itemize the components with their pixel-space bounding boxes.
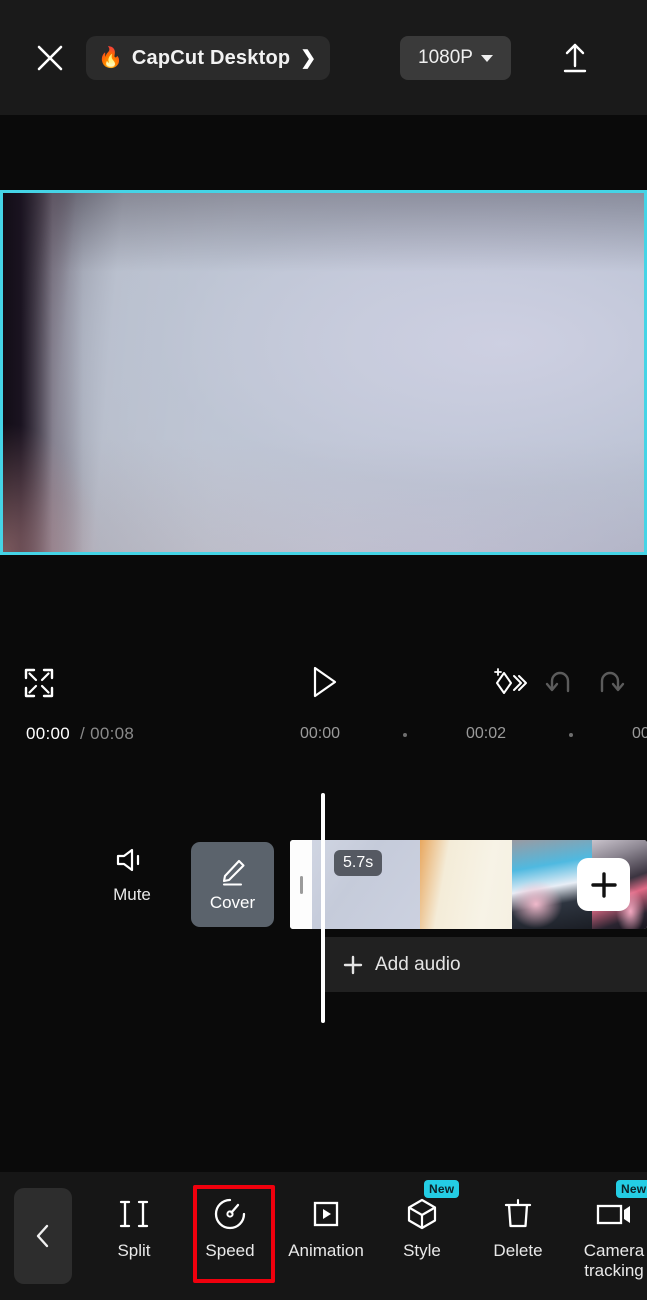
fullscreen-icon — [24, 668, 54, 698]
cover-button[interactable]: Cover — [191, 842, 274, 927]
tool-speed[interactable]: Speed — [182, 1172, 278, 1284]
redo-button[interactable] — [588, 662, 632, 704]
redo-icon — [600, 671, 625, 693]
ruler-tick-dot-3 — [569, 733, 573, 737]
animation-play-frame-icon — [309, 1194, 343, 1234]
tool-label: Style — [403, 1241, 441, 1260]
cube-icon — [405, 1194, 439, 1234]
trash-icon — [501, 1194, 535, 1234]
pencil-edit-icon — [222, 859, 245, 886]
preview-color-accent — [3, 422, 103, 552]
timeline-ruler: 00:00 / 00:08 00:00 00:02 00 — [0, 714, 647, 754]
chevron-left-icon — [36, 1224, 49, 1248]
bottom-toolbar: Split Speed Animation New Style Delete N… — [0, 1172, 647, 1300]
plus-icon — [590, 871, 617, 898]
chevron-right-icon: ❯ — [300, 47, 317, 69]
add-clip-button[interactable] — [577, 858, 630, 911]
play-button[interactable] — [303, 660, 347, 704]
playhead[interactable] — [321, 793, 325, 1023]
close-button[interactable] — [28, 36, 72, 80]
split-icon — [117, 1194, 151, 1234]
mute-label: Mute — [113, 885, 151, 904]
chevron-down-icon — [480, 54, 493, 62]
play-icon — [313, 666, 337, 698]
tool-style[interactable]: New Style — [374, 1172, 470, 1261]
tool-label: Delete — [493, 1241, 543, 1260]
tool-label: Camera tracking — [583, 1241, 645, 1281]
tool-animation[interactable]: Animation — [278, 1172, 374, 1261]
export-button[interactable] — [552, 34, 598, 82]
duration-value: 00:08 — [90, 724, 135, 743]
top-bar: 🔥 CapCut Desktop ❯ 1080P — [0, 0, 647, 115]
tool-label: Animation — [288, 1241, 364, 1260]
tool-label: Speed — [205, 1241, 255, 1260]
ruler-tick-4: 00 — [632, 725, 647, 742]
new-badge: New — [424, 1180, 460, 1198]
toolbar-back-button[interactable] — [14, 1188, 72, 1284]
plus-icon — [343, 955, 363, 974]
capcut-editor-screen: 🔥 CapCut Desktop ❯ 1080P 00:00 / 00:08 0… — [0, 0, 647, 1300]
resolution-selector[interactable]: 1080P — [400, 36, 511, 80]
speedometer-icon — [213, 1194, 247, 1234]
close-icon — [37, 45, 63, 71]
tool-delete[interactable]: Delete — [470, 1172, 566, 1261]
clip-duration-badge: 5.7s — [334, 850, 383, 876]
toolbar-items: Split Speed Animation New Style Delete N… — [86, 1172, 647, 1300]
add-keyframe-icon — [494, 668, 527, 694]
fullscreen-button[interactable] — [18, 662, 60, 704]
tool-split[interactable]: Split — [86, 1172, 182, 1261]
timeline-track-area: Mute Cover 5.7s Add audio — [0, 760, 647, 1060]
add-audio-button[interactable]: Add audio — [323, 937, 647, 992]
video-preview[interactable] — [0, 190, 647, 555]
video-camera-icon — [594, 1194, 634, 1234]
ruler-tick-2: 00:02 — [466, 725, 507, 742]
clip-thumbnail — [420, 840, 512, 929]
new-badge: New — [616, 1180, 647, 1198]
add-keyframe-button[interactable] — [488, 662, 532, 704]
capcut-desktop-label: CapCut Desktop — [131, 46, 291, 69]
clip-trim-handle-left[interactable] — [290, 840, 312, 929]
tool-label: Split — [117, 1241, 151, 1260]
tool-camera-tracking[interactable]: New Camera tracking — [566, 1172, 647, 1281]
flame-icon: 🔥 — [98, 47, 123, 69]
mute-button[interactable]: Mute — [104, 845, 160, 905]
ruler-tick-dot-1 — [403, 733, 407, 737]
mute-speaker-icon — [116, 848, 140, 872]
undo-button[interactable] — [538, 662, 582, 704]
upload-icon — [563, 43, 587, 73]
current-time-label: 00:00 — [26, 724, 71, 743]
resolution-label: 1080P — [418, 47, 473, 68]
video-clip[interactable]: 5.7s — [290, 840, 647, 929]
undo-icon — [545, 671, 570, 693]
ruler-tick-0: 00:00 — [300, 725, 341, 742]
add-audio-label: Add audio — [375, 953, 461, 975]
time-separator: / — [80, 724, 86, 743]
capcut-desktop-promo-button[interactable]: 🔥 CapCut Desktop ❯ — [86, 36, 331, 80]
total-time-label: / 00:08 — [80, 724, 134, 744]
playback-controls — [0, 650, 647, 712]
cover-label: Cover — [209, 892, 256, 912]
